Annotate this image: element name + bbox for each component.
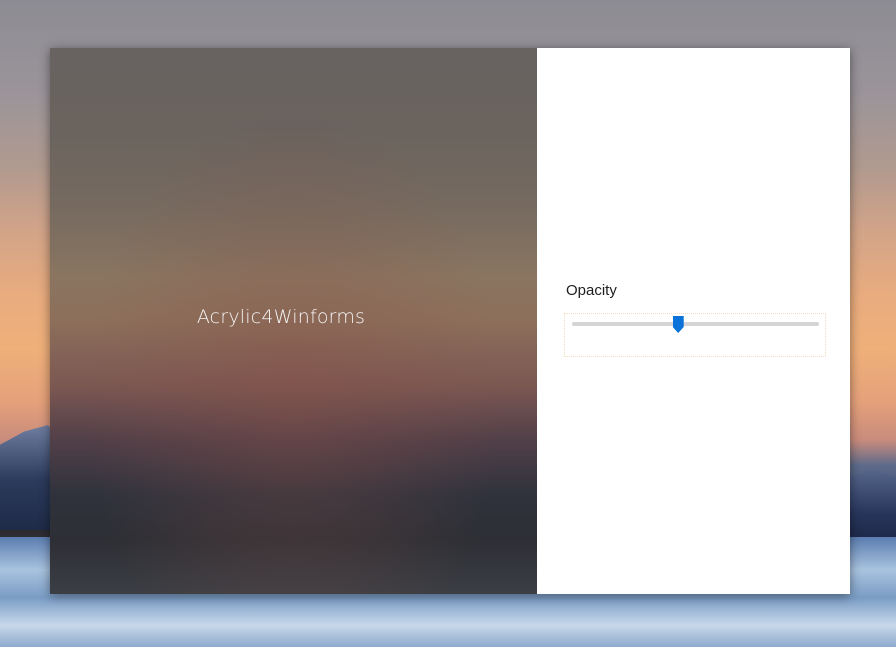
acrylic-title: Acrylic4Winforms	[196, 306, 366, 328]
slider-thumb[interactable]	[672, 316, 684, 333]
settings-panel: Opacity	[537, 48, 850, 594]
acrylic-pane: Acrylic4Winforms	[50, 48, 537, 594]
opacity-slider[interactable]	[564, 313, 826, 357]
app-window[interactable]: Acrylic4Winforms Opacity	[50, 48, 850, 594]
opacity-label: Opacity	[566, 282, 617, 299]
slider-track[interactable]	[572, 322, 819, 326]
